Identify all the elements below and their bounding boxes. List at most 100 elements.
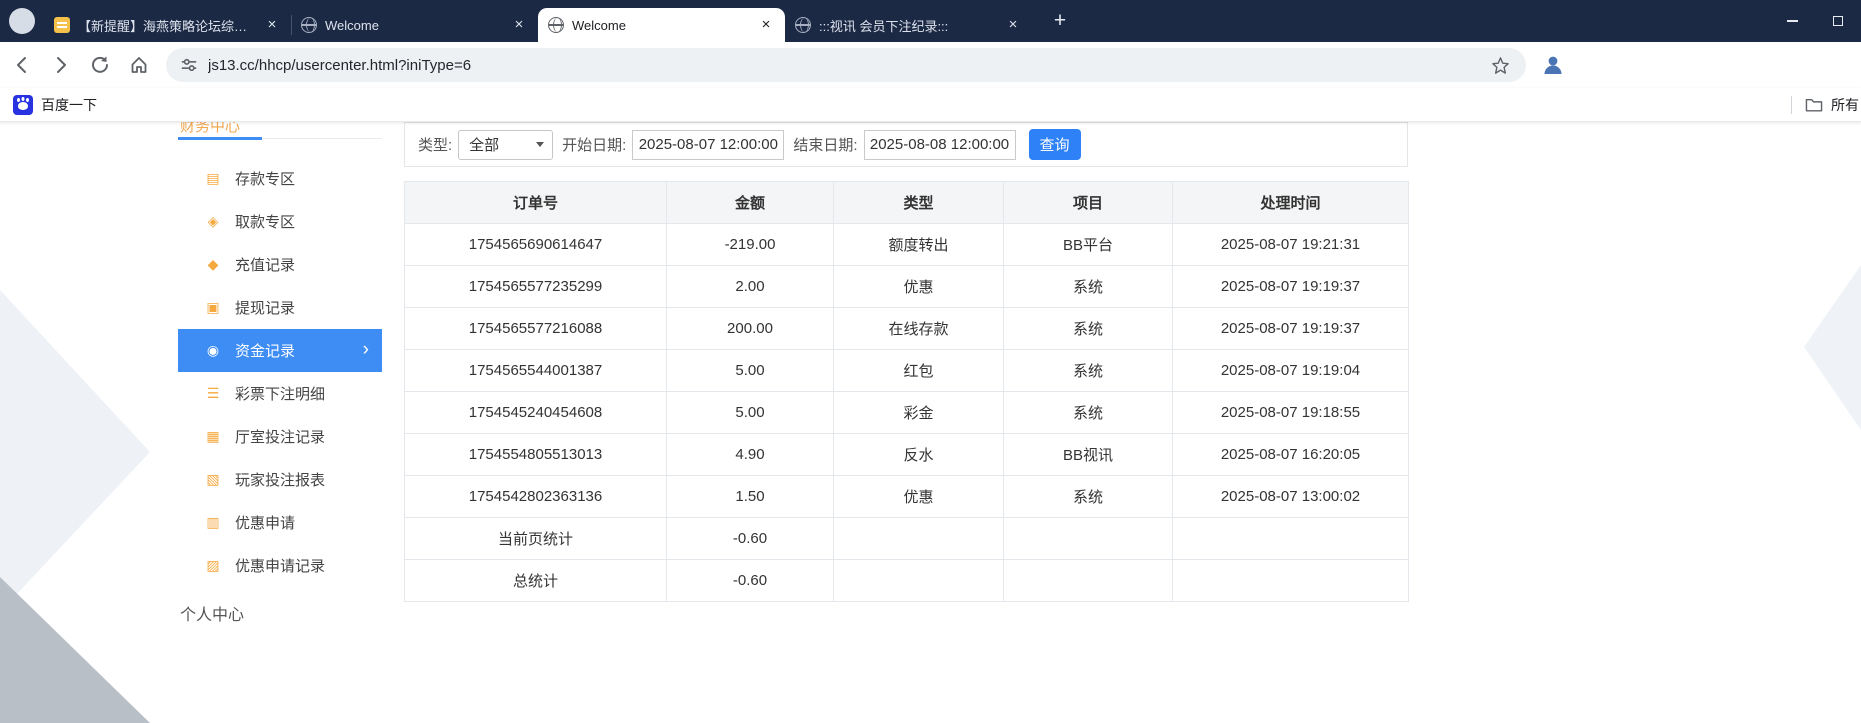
- column-header: 项目: [1003, 181, 1173, 224]
- sidebar: 财务中心 ▤ 存款专区 ◈ 取款专区 ◆ 充值记录 ▣ 提现记录 ◉ 资金记录 › ☰ 彩票下注明细 ▦ 厅…: [178, 122, 382, 625]
- forum-favicon: [54, 17, 70, 33]
- table-cell: 4.90: [666, 433, 834, 476]
- column-header: 金额: [666, 181, 834, 224]
- new-tab-button[interactable]: +: [1046, 7, 1074, 35]
- sidebar-item[interactable]: ◆ 充值记录: [178, 243, 382, 286]
- home-icon: [131, 57, 147, 73]
- forward-button[interactable]: [44, 48, 78, 82]
- browser-tab[interactable]: 【新提醒】海燕策略论坛综合交 ×: [44, 8, 291, 42]
- table-cell: [833, 559, 1004, 602]
- sidebar-item-label: 优惠申请: [235, 515, 296, 532]
- sidebar-item[interactable]: ◈ 取款专区: [178, 200, 382, 243]
- filter-bar: 类型: 全部 开始日期: 结束日期: 查询: [404, 122, 1408, 167]
- bookmark-star-button[interactable]: [1488, 53, 1512, 77]
- tab-close-button[interactable]: ×: [510, 16, 528, 34]
- table-row: 1754554805513013 4.90 反水 BB视讯 2025-08-07 16:…: [404, 433, 1409, 476]
- baidu-favicon: [13, 94, 33, 115]
- table-cell: BB平台: [1003, 223, 1173, 266]
- sidebar-item[interactable]: ▤ 存款专区: [178, 157, 382, 200]
- sidebar-item[interactable]: ▧ 玩家投注报表: [178, 458, 382, 501]
- page-content: 财务中心 ▤ 存款专区 ◈ 取款专区 ◆ 充值记录 ▣ 提现记录 ◉ 资金记录 › ☰ 彩票下注明细 ▦ 厅…: [0, 122, 1861, 723]
- browser-tab[interactable]: :::视讯 会员下注纪录::: ×: [785, 8, 1032, 42]
- records-table-head-row: 订单号 金额 类型 项目 处理时间: [404, 181, 1409, 224]
- browser-window: 【新提醒】海燕策略论坛综合交 × Welcome × Welcome ×:::视讯 会员下…: [0, 0, 1861, 723]
- bookmark-baidu[interactable]: 百度一下: [13, 94, 97, 115]
- browser-tab[interactable]: Welcome ×: [291, 8, 538, 42]
- back-icon: [17, 57, 26, 73]
- sidebar-item[interactable]: ▨ 优惠申请记录: [178, 544, 382, 587]
- table-cell: [833, 517, 1004, 560]
- table-cell: 优惠: [833, 475, 1004, 518]
- table-cell: 2025-08-07 16:20:05: [1172, 433, 1409, 476]
- main-content: 类型: 全部 开始日期: 结束日期: 查询 订单号金额类型项目处理时间 1754…: [404, 122, 1409, 602]
- table-cell: [1003, 559, 1173, 602]
- star-icon: [1491, 56, 1509, 74]
- table-cell: 系统: [1003, 349, 1173, 392]
- type-label: 类型:: [418, 137, 453, 154]
- decorative-triangle-left-dark: [0, 577, 150, 723]
- browser-tab[interactable]: Welcome ×: [538, 8, 785, 42]
- start-date-label: 开始日期:: [562, 137, 627, 154]
- start-date-input[interactable]: [632, 129, 785, 160]
- reload-icon: [92, 56, 108, 73]
- bookmarks-divider: [1791, 95, 1792, 114]
- end-date-label: 结束日期:: [793, 137, 858, 154]
- tab-close-button[interactable]: ×: [757, 16, 775, 34]
- tab-title: Welcome: [325, 17, 379, 33]
- table-cell: 1754542802363136: [404, 475, 667, 518]
- home-button[interactable]: [122, 48, 156, 82]
- funds-record-icon: ◉: [206, 342, 220, 358]
- table-cell: 在线存款: [833, 307, 1004, 350]
- select-arrow-icon: [536, 142, 545, 147]
- profile-avatar[interactable]: [1538, 50, 1568, 80]
- reload-button[interactable]: [83, 48, 117, 82]
- tab-list: 【新提醒】海燕策略论坛综合交 × Welcome × Welcome ×:::视讯 会员下…: [44, 8, 1032, 42]
- type-select[interactable]: 全部: [458, 129, 554, 160]
- minimize-button[interactable]: [1769, 0, 1815, 42]
- sidebar-item-label: 优惠申请记录: [235, 558, 326, 575]
- sidebar-item[interactable]: ☰ 彩票下注明细: [178, 372, 382, 415]
- sidebar-section-personal[interactable]: 个人中心: [178, 601, 382, 625]
- url-text[interactable]: js13.cc/hhcp/usercenter.html?iniType=6: [208, 57, 1488, 74]
- maximize-button[interactable]: [1815, 0, 1861, 42]
- sidebar-section-finance[interactable]: 财务中心: [178, 122, 382, 140]
- sidebar-item-label: 提现记录: [235, 300, 296, 317]
- table-cell: 1754565577235299: [404, 265, 667, 308]
- sidebar-item-label: 取款专区: [235, 214, 296, 231]
- table-cell: 1.50: [666, 475, 834, 518]
- sidebar-item-label: 存款专区: [235, 171, 296, 188]
- table-cell: 200.00: [666, 307, 834, 350]
- end-date-input[interactable]: [863, 129, 1016, 160]
- table-cell: -0.60: [666, 517, 834, 560]
- maximize-icon: [1833, 16, 1843, 26]
- profile-circle[interactable]: [9, 8, 35, 34]
- table-cell: [1003, 517, 1173, 560]
- sidebar-item[interactable]: ▦ 厅室投注记录: [178, 415, 382, 458]
- sidebar-item[interactable]: ◉ 资金记录 ›: [178, 329, 382, 372]
- tab-close-button[interactable]: ×: [263, 16, 281, 34]
- table-row: 1754542802363136 1.50 优惠 系统 2025-08-07 13:00…: [404, 475, 1409, 518]
- table-cell: 系统: [1003, 265, 1173, 308]
- withdraw-zone-icon: ◈: [207, 213, 219, 229]
- table-row: 1754565690614647 -219.00 额度转出 BB平台 2025-08-0…: [404, 223, 1409, 266]
- table-cell: 总统计: [404, 559, 667, 602]
- all-bookmarks-button[interactable]: 所有: [1805, 95, 1861, 115]
- chevron-right-icon: ›: [362, 338, 369, 360]
- back-button[interactable]: [5, 48, 39, 82]
- sidebar-item[interactable]: ▣ 提现记录: [178, 286, 382, 329]
- table-cell: 1754565577216088: [404, 307, 667, 350]
- query-button[interactable]: 查询: [1028, 129, 1081, 160]
- table-cell: 2025-08-07 19:18:55: [1172, 391, 1409, 434]
- table-cell: 系统: [1003, 307, 1173, 350]
- table-cell: 当前页统计: [404, 517, 667, 560]
- tab-close-button[interactable]: ×: [1004, 16, 1022, 34]
- tab-title: 【新提醒】海燕策略论坛综合交: [78, 18, 255, 34]
- address-bar[interactable]: js13.cc/hhcp/usercenter.html?iniType=6: [166, 48, 1526, 82]
- tab-strip: 【新提醒】海燕策略论坛综合交 × Welcome × Welcome ×:::视讯 会员下…: [0, 0, 1861, 42]
- table-row: 1754545240454608 5.00 彩金 系统 2025-08-07 19:18…: [404, 391, 1409, 434]
- table-cell: 系统: [1003, 391, 1173, 434]
- sidebar-item[interactable]: ▥ 优惠申请: [178, 501, 382, 544]
- table-cell: 2025-08-07 13:00:02: [1172, 475, 1409, 518]
- player-bet-report-icon: ▧: [206, 471, 220, 487]
- withdrawal-record-icon: ▣: [206, 299, 220, 315]
